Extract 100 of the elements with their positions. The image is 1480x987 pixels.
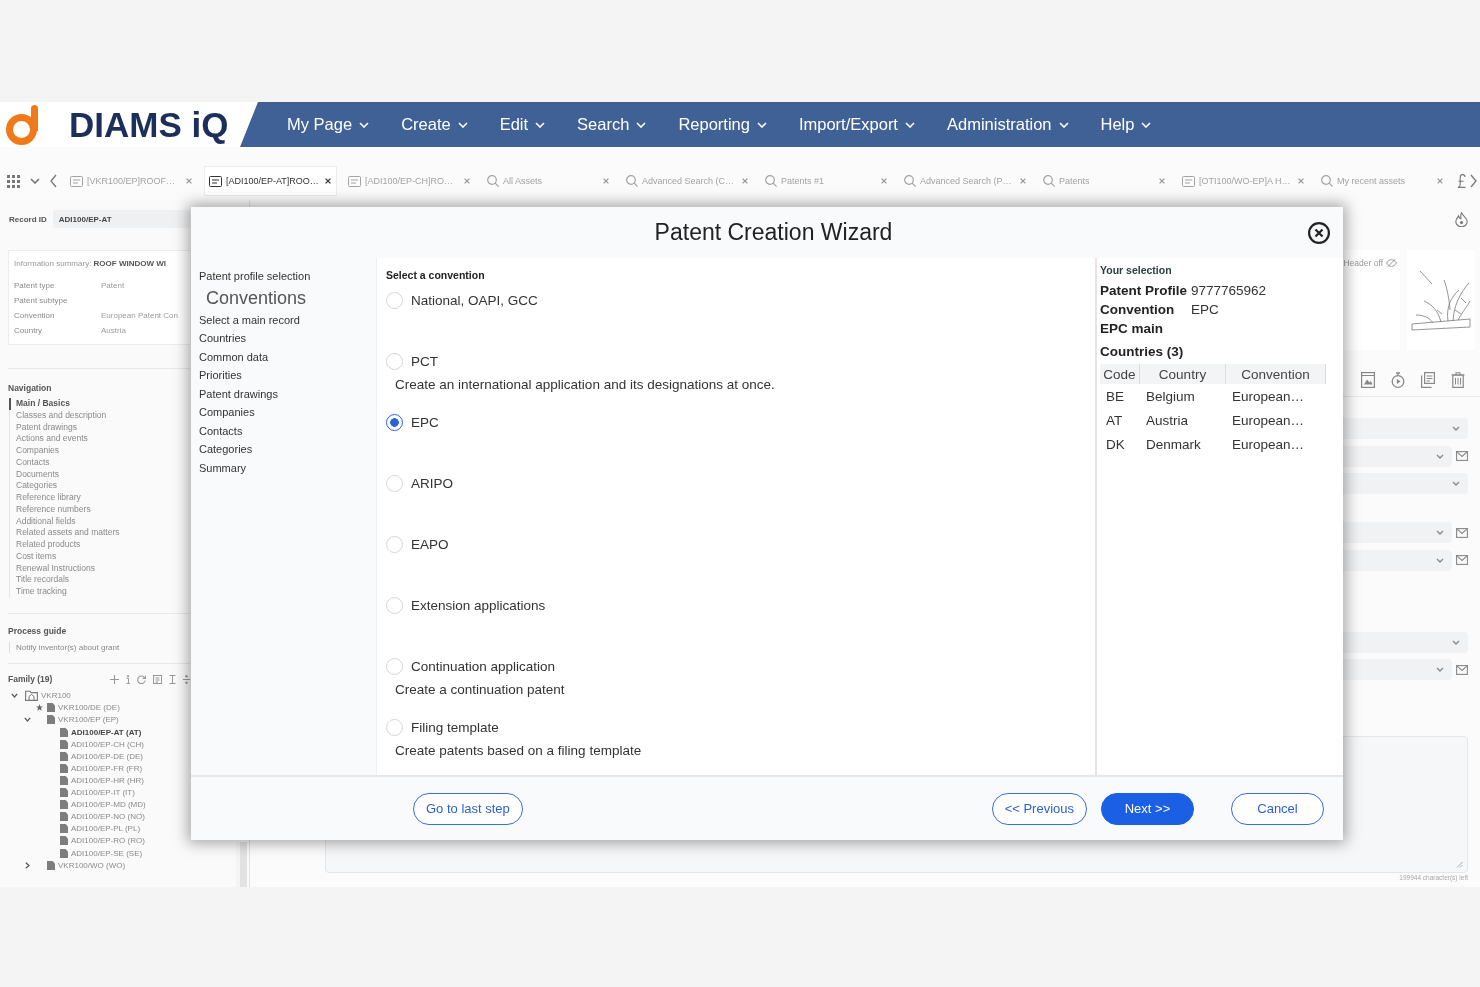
pound-icon[interactable]: [1457, 174, 1466, 188]
tree-item[interactable]: ADI100/EP-IT (IT): [71, 788, 135, 798]
scrollbar[interactable]: [236, 842, 247, 887]
nav-item[interactable]: Categories: [9, 480, 58, 492]
wizard-step[interactable]: Common data: [199, 347, 269, 366]
tree-item[interactable]: ADI100/EP-MD (MD): [71, 800, 146, 810]
secondary-button[interactable]: Go to last step: [413, 792, 523, 825]
wizard-step[interactable]: Select a main record: [199, 310, 300, 329]
nav-item[interactable]: Renewal Instructions: [9, 562, 95, 575]
menu-item[interactable]: Create: [401, 115, 468, 134]
chevron-down-icon[interactable]: [30, 178, 40, 184]
nav-item[interactable]: Title recordals: [9, 574, 70, 586]
list-icon[interactable]: [153, 674, 162, 684]
menu-item[interactable]: Search: [577, 115, 647, 134]
trash-icon[interactable]: [1451, 372, 1465, 388]
secondary-button[interactable]: << Previous: [991, 792, 1087, 825]
documents-icon[interactable]: [1421, 372, 1435, 388]
menu-item[interactable]: Edit: [499, 115, 546, 134]
tab[interactable]: [ADI100/EP-AT]ROO…: [205, 167, 336, 195]
tab[interactable]: Advanced Search (P…: [900, 167, 1031, 195]
wizard-step[interactable]: Patent drawings: [199, 384, 278, 403]
nav-item[interactable]: Related assets and matters: [9, 527, 120, 539]
record-id-field[interactable]: ADI100/EP-AT: [52, 210, 190, 228]
stopwatch-icon[interactable]: [1391, 372, 1405, 388]
menu-item[interactable]: My Page: [287, 115, 370, 134]
nav-item[interactable]: Documents: [9, 468, 59, 481]
wizard-step[interactable]: Conventions: [199, 285, 307, 311]
tab[interactable]: My recent assets: [1317, 167, 1448, 195]
nav-item[interactable]: Reference library: [9, 492, 81, 504]
menu-item[interactable]: Help: [1100, 115, 1152, 134]
tree-item[interactable]: ADI100/EP-CH (CH): [71, 739, 144, 749]
tree-item[interactable]: ADI100/EP-FR (FR): [71, 763, 143, 773]
nav-item[interactable]: Actions and events: [9, 433, 88, 445]
menu-item[interactable]: Reporting: [678, 115, 767, 134]
guide-item[interactable]: Notify inventor(s) about grant: [9, 641, 120, 653]
refresh-icon[interactable]: [137, 674, 146, 684]
image-icon[interactable]: [1361, 372, 1375, 388]
column-header[interactable]: Code: [1100, 364, 1140, 384]
tab[interactable]: Patents: [1039, 167, 1170, 195]
mail-icon[interactable]: [1456, 555, 1468, 565]
tab[interactable]: [OTI100/WO-EP]A H…: [1178, 167, 1309, 195]
nav-item[interactable]: Time tracking: [9, 586, 67, 598]
radio-button[interactable]: [386, 413, 403, 431]
tree-item[interactable]: ADI100/EP-PL (PL): [71, 824, 141, 834]
i-beam-icon[interactable]: [169, 674, 176, 684]
tree-item[interactable]: VKR100/EP (EP): [58, 715, 119, 725]
chevron-right-icon[interactable]: [24, 861, 30, 869]
nav-item[interactable]: Patent drawings: [9, 421, 77, 434]
tree-item[interactable]: ADI100/EP-AT (AT): [71, 727, 142, 737]
nav-item[interactable]: Contacts: [9, 456, 50, 469]
nav-item[interactable]: Classes and description: [9, 409, 107, 422]
wizard-step[interactable]: Patent profile selection: [199, 267, 311, 286]
menu-item[interactable]: Administration: [946, 115, 1069, 134]
mail-icon[interactable]: [1456, 527, 1468, 538]
tab[interactable]: Patents #1: [761, 167, 892, 195]
divide-icon[interactable]: [183, 674, 190, 684]
nav-item[interactable]: Related products: [9, 539, 81, 551]
primary-button[interactable]: Next >>: [1101, 792, 1194, 825]
grid-icon[interactable]: [7, 174, 20, 188]
menu-item[interactable]: Import/Export: [798, 115, 915, 134]
nav-item[interactable]: Cost items: [9, 550, 57, 563]
nav-item[interactable]: Main / Basics: [9, 398, 70, 410]
mail-icon[interactable]: [1456, 664, 1468, 675]
tab[interactable]: [VKR100/EP]ROOF…: [66, 167, 197, 195]
close-icon[interactable]: [1308, 221, 1330, 244]
wizard-step[interactable]: Categories: [199, 440, 253, 459]
tree-item[interactable]: ADI100/EP-SE (SE): [71, 848, 143, 858]
wizard-step[interactable]: Priorities: [199, 366, 242, 385]
nav-item[interactable]: Additional fields: [9, 515, 76, 528]
resize-grip-icon[interactable]: [1456, 861, 1463, 868]
column-header[interactable]: Country: [1140, 364, 1226, 384]
toggle-label[interactable]: Header off: [1343, 258, 1383, 268]
chevron-down-icon[interactable]: [10, 693, 18, 699]
tree-item[interactable]: VKR100/DE (DE): [58, 703, 120, 713]
tree-item[interactable]: ADI100/EP-RO (RO): [71, 836, 145, 846]
column-header[interactable]: Convention: [1226, 364, 1326, 384]
tree-item[interactable]: ADI100/EP-DE (DE): [71, 751, 144, 761]
wizard-step[interactable]: Contacts: [199, 421, 243, 440]
info-icon[interactable]: [126, 674, 130, 684]
tree-item[interactable]: VKR100: [41, 691, 71, 701]
chevron-left-icon[interactable]: [50, 174, 57, 188]
tab[interactable]: All Assets: [483, 167, 614, 195]
chevron-down-icon[interactable]: [23, 717, 31, 723]
plus-icon[interactable]: [110, 674, 119, 684]
tree-item[interactable]: VKR100/WO (WO): [58, 860, 126, 870]
tab[interactable]: Advanced Search (C…: [622, 167, 753, 195]
tree-item[interactable]: ADI100/EP-NO (NO): [71, 812, 145, 822]
tree-item[interactable]: ADI100/EP-HR (HR): [71, 775, 144, 785]
chevron-right-icon[interactable]: [1470, 174, 1477, 188]
mail-icon[interactable]: [1456, 451, 1468, 461]
wizard-step[interactable]: Summary: [199, 458, 247, 477]
wizard-step[interactable]: Countries: [199, 329, 247, 348]
nav-item[interactable]: Companies: [9, 445, 59, 457]
close-icon[interactable]: [325, 178, 331, 184]
flame-icon[interactable]: [1455, 212, 1468, 227]
eye-slash-icon[interactable]: [1386, 259, 1397, 267]
cancel-button[interactable]: Cancel: [1231, 792, 1324, 825]
tab[interactable]: [ADI100/EP-CH]RO…: [344, 167, 475, 195]
wizard-step[interactable]: Companies: [199, 403, 255, 422]
nav-item[interactable]: Reference numbers: [9, 503, 91, 516]
